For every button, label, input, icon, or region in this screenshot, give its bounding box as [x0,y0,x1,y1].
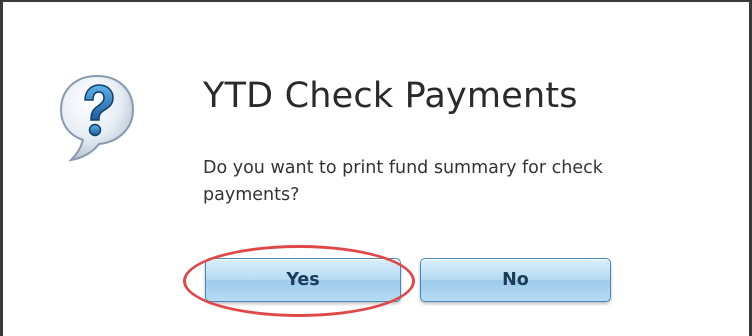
confirm-dialog: YTD Check Payments Do you want to print … [0,0,752,336]
yes-button[interactable]: Yes [205,258,401,302]
question-icon [55,72,139,164]
dialog-message: Do you want to print fund summary for ch… [203,158,603,205]
no-button-label: No [502,270,529,290]
yes-button-label: Yes [286,270,320,290]
no-button[interactable]: No [420,258,611,302]
dialog-title: YTD Check Payments [203,76,578,116]
